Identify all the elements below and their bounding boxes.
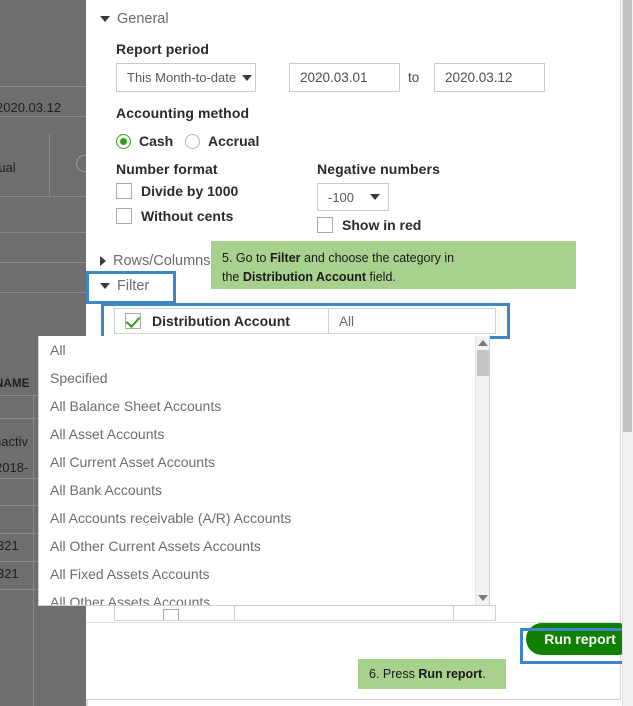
callout-text: .	[482, 666, 486, 681]
filter-hidden-cell	[454, 606, 495, 620]
scrollbar-thumb[interactable]	[623, 0, 632, 432]
bg-divider	[0, 262, 86, 263]
report-period-select[interactable]: This Month-to-date	[116, 63, 256, 92]
bg-text: 2018-	[0, 460, 29, 475]
chevron-down-icon	[242, 74, 253, 81]
filter-name-label: Distribution Account	[152, 313, 290, 329]
checkbox-icon[interactable]	[163, 609, 179, 620]
dropdown-scrollbar[interactable]	[475, 336, 489, 605]
list-item[interactable]: All Balance Sheet Accounts	[39, 392, 489, 420]
radio-icon-selected	[116, 133, 131, 149]
checkbox-icon-checked[interactable]	[125, 313, 141, 329]
callout-step-6: 6. Press Run report.	[358, 659, 506, 689]
bg-divider	[0, 116, 86, 117]
list-item[interactable]: All Asset Accounts	[39, 420, 489, 448]
list-item[interactable]: All Current Asset Accounts	[39, 448, 489, 476]
checkbox-label: Show in red	[342, 217, 422, 233]
bg-text: NAME	[0, 378, 30, 390]
section-title-general: General	[117, 11, 169, 27]
run-report-button[interactable]: Run report	[526, 623, 633, 655]
filter-value-text: All	[339, 313, 355, 329]
radio-icon-unselected	[185, 133, 200, 149]
scroll-down-arrow-icon[interactable]	[478, 595, 488, 601]
section-title-rows-columns: Rows/Columns	[113, 253, 211, 269]
bg-text: 321	[0, 566, 19, 581]
callout-text-bold: Run report	[418, 666, 483, 681]
bg-radio	[76, 155, 86, 172]
list-item[interactable]: All Accounts receivable (A/R) Accounts	[39, 504, 489, 532]
callout-text: the	[222, 269, 243, 284]
section-header-filter[interactable]: Filter	[100, 278, 149, 294]
callout-text-bold: Filter	[269, 251, 301, 265]
bg-divider	[0, 196, 86, 197]
checkbox-label: Divide by 1000	[141, 183, 239, 199]
list-item[interactable]: All	[39, 336, 489, 364]
radio-option-cash[interactable]: Cash	[116, 133, 173, 149]
callout-step-5-line-2: the Distribution Account field.	[222, 268, 565, 287]
bg-divider	[0, 292, 86, 293]
caret-down-icon	[100, 16, 110, 22]
label-report-period: Report period	[116, 41, 210, 57]
filter-hidden-cell	[235, 606, 454, 620]
filter-value-select[interactable]: All	[329, 309, 495, 333]
list-item[interactable]: All Bank Accounts	[39, 476, 489, 504]
checkbox-label: Without cents	[141, 208, 234, 224]
radio-option-accrual[interactable]: Accrual	[185, 133, 259, 149]
date-range-to-label: to	[408, 70, 420, 85]
section-header-rows-columns[interactable]: Rows/Columns	[100, 253, 211, 269]
callout-step-5: 5. Go to Filter and choose the category …	[211, 241, 576, 289]
negative-numbers-select[interactable]: -100	[317, 183, 389, 211]
callout-step-6-line: 6. Press Run report.	[369, 665, 486, 684]
section-header-general[interactable]: General	[100, 11, 169, 27]
bg-divider	[0, 86, 86, 87]
label-accounting-method: Accounting method	[116, 105, 250, 121]
section-title-filter: Filter	[117, 278, 150, 294]
scrollbar-thumb[interactable]	[477, 350, 489, 376]
callout-text: 5. Go to	[222, 251, 270, 265]
distribution-account-dropdown[interactable]: All Specified All Balance Sheet Accounts…	[38, 336, 490, 606]
checkbox-icon	[116, 183, 132, 199]
checkbox-show-in-red[interactable]: Show in red	[317, 217, 421, 233]
bg-text: 2020.03.12	[0, 100, 62, 115]
checkbox-icon	[317, 217, 333, 233]
bg-text: rual	[0, 160, 16, 175]
date-to-input[interactable]: 2020.03.12	[434, 63, 545, 92]
bg-divider	[49, 134, 50, 196]
label-negative-numbers: Negative numbers	[317, 161, 440, 177]
checkbox-divide-by-1000[interactable]: Divide by 1000	[116, 183, 238, 199]
callout-text: field.	[366, 269, 396, 284]
negative-numbers-value: -100	[328, 189, 355, 205]
date-from-input[interactable]: 2020.03.01	[289, 63, 400, 92]
list-item[interactable]: All Other Current Assets Accounts	[39, 532, 489, 560]
radio-label-accrual: Accrual	[208, 133, 260, 149]
callout-text: 6. Press	[369, 666, 419, 681]
bg-text: 321	[0, 538, 19, 553]
list-item[interactable]: All Other Assets Accounts	[39, 588, 489, 605]
callout-text: and choose the category in	[300, 251, 455, 265]
list-item[interactable]: All Fixed Assets Accounts	[39, 560, 489, 588]
page-scrollbar[interactable]	[622, 0, 633, 706]
filter-name-cell[interactable]: Distribution Account	[115, 309, 329, 333]
chevron-down-icon	[370, 194, 380, 200]
callout-text-bold: Distribution Account	[242, 269, 366, 284]
report-period-value: This Month-to-date	[127, 70, 237, 85]
radio-label-cash: Cash	[139, 133, 174, 149]
caret-down-icon	[100, 283, 110, 289]
caret-right-icon	[100, 256, 106, 266]
bg-text: nactiv	[0, 434, 28, 449]
checkbox-without-cents[interactable]: Without cents	[116, 208, 233, 224]
callout-step-5-line-1: 5. Go to Filter and choose the category …	[222, 249, 565, 268]
label-number-format: Number format	[116, 161, 218, 177]
screenshot-root: 2020.03.12 rual NAME nactiv 2018- 321 32…	[0, 0, 633, 706]
bg-divider	[33, 395, 34, 706]
list-item[interactable]: Specified	[39, 364, 489, 392]
bg-divider	[0, 232, 86, 233]
scroll-up-arrow-icon[interactable]	[478, 340, 488, 346]
filter-row-hidden[interactable]	[114, 605, 496, 621]
filter-row-distribution-account[interactable]: Distribution Account All	[114, 308, 496, 334]
checkbox-icon	[116, 208, 132, 224]
